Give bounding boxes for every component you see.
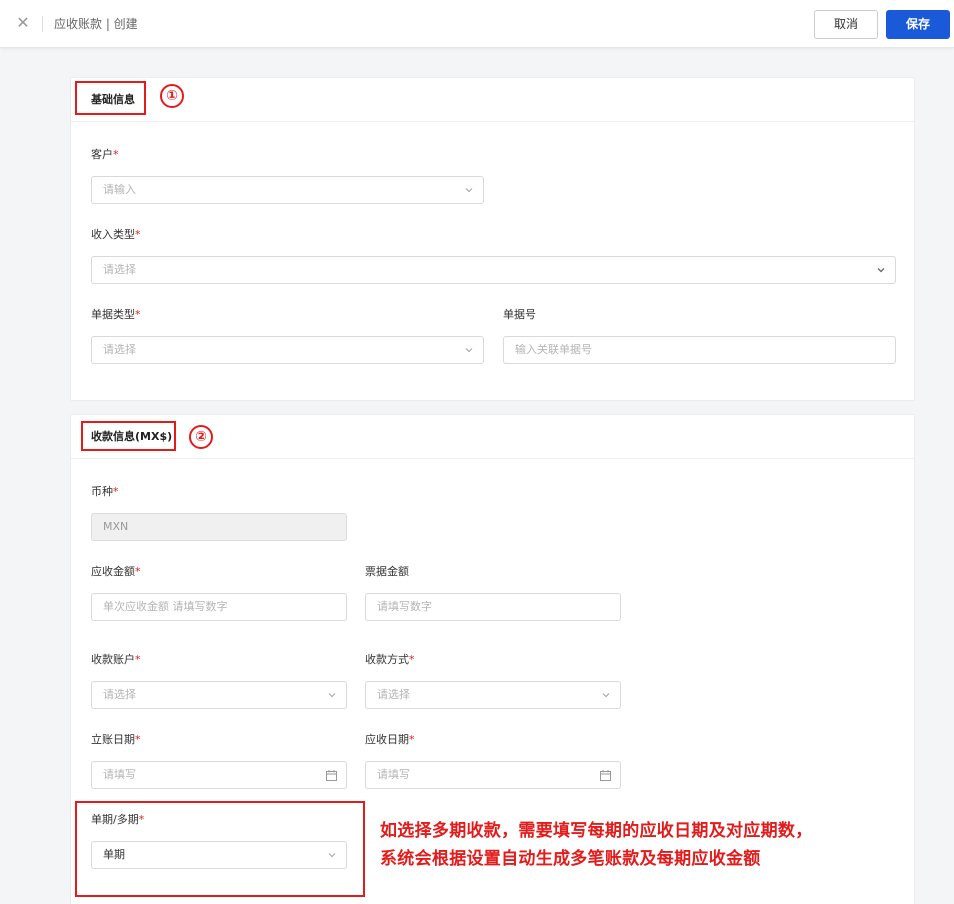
step-marker-2: ② <box>189 425 213 449</box>
period-type-highlight-box <box>75 801 365 897</box>
save-button[interactable]: 保存 <box>886 10 950 39</box>
booking-date-label: 立账日期* <box>91 733 141 746</box>
receiving-account-select[interactable]: 请选择 <box>91 681 347 709</box>
customer-label: 客户* <box>91 148 119 161</box>
receivable-amount-label: 应收金额* <box>91 565 141 578</box>
annotation-line-2: 系统会根据设置自动生成多笔账款及每期应收金额 <box>380 849 761 869</box>
due-date-label: 应收日期* <box>365 733 415 746</box>
basic-info-header: 基础信息 <box>71 78 914 122</box>
document-type-label: 单据类型* <box>91 308 141 321</box>
chevron-down-icon <box>877 268 885 273</box>
bill-amount-label: 票据金额 <box>365 565 409 578</box>
currency-field: MXN <box>91 513 347 541</box>
chevron-down-icon <box>328 693 336 698</box>
header-divider <box>42 16 43 32</box>
close-icon[interactable]: ✕ <box>14 13 32 33</box>
chevron-down-icon <box>602 693 610 698</box>
top-bar: ✕ 应收账款 | 创建 取消 保存 <box>0 0 954 48</box>
currency-label: 币种* <box>91 485 119 498</box>
document-no-input[interactable]: 输入关联单据号 <box>503 336 896 364</box>
step-marker-1: ① <box>160 84 184 108</box>
due-date-input[interactable]: 请填写 <box>365 761 621 789</box>
document-type-select[interactable]: 请选择 <box>91 336 484 364</box>
payment-method-label: 收款方式* <box>365 653 415 666</box>
basic-info-card: 基础信息 客户* 请输入 收入类型* 请选择 单据类型* 请选择 单据号 输入关… <box>70 77 915 401</box>
cancel-button[interactable]: 取消 <box>814 10 878 39</box>
chevron-down-icon <box>465 348 473 353</box>
calendar-icon <box>326 770 337 781</box>
payment-method-select[interactable]: 请选择 <box>365 681 621 709</box>
chevron-down-icon <box>465 188 473 193</box>
booking-date-input[interactable]: 请填写 <box>91 761 347 789</box>
bill-amount-input[interactable]: 请填写数字 <box>365 593 621 621</box>
payment-info-highlight-box <box>81 421 176 451</box>
breadcrumb: 应收账款 | 创建 <box>54 17 138 31</box>
receivable-amount-input[interactable]: 单次应收金额 请填写数字 <box>91 593 347 621</box>
income-type-label: 收入类型* <box>91 228 141 241</box>
receiving-account-label: 收款账户* <box>91 653 141 666</box>
calendar-icon <box>600 770 611 781</box>
customer-select[interactable]: 请输入 <box>91 176 484 204</box>
annotation-line-1: 如选择多期收款，需要填写每期的应收日期及对应期数， <box>380 821 813 841</box>
basic-info-highlight-box <box>75 81 146 115</box>
income-type-select[interactable]: 请选择 <box>91 256 896 284</box>
document-no-label: 单据号 <box>503 308 536 321</box>
